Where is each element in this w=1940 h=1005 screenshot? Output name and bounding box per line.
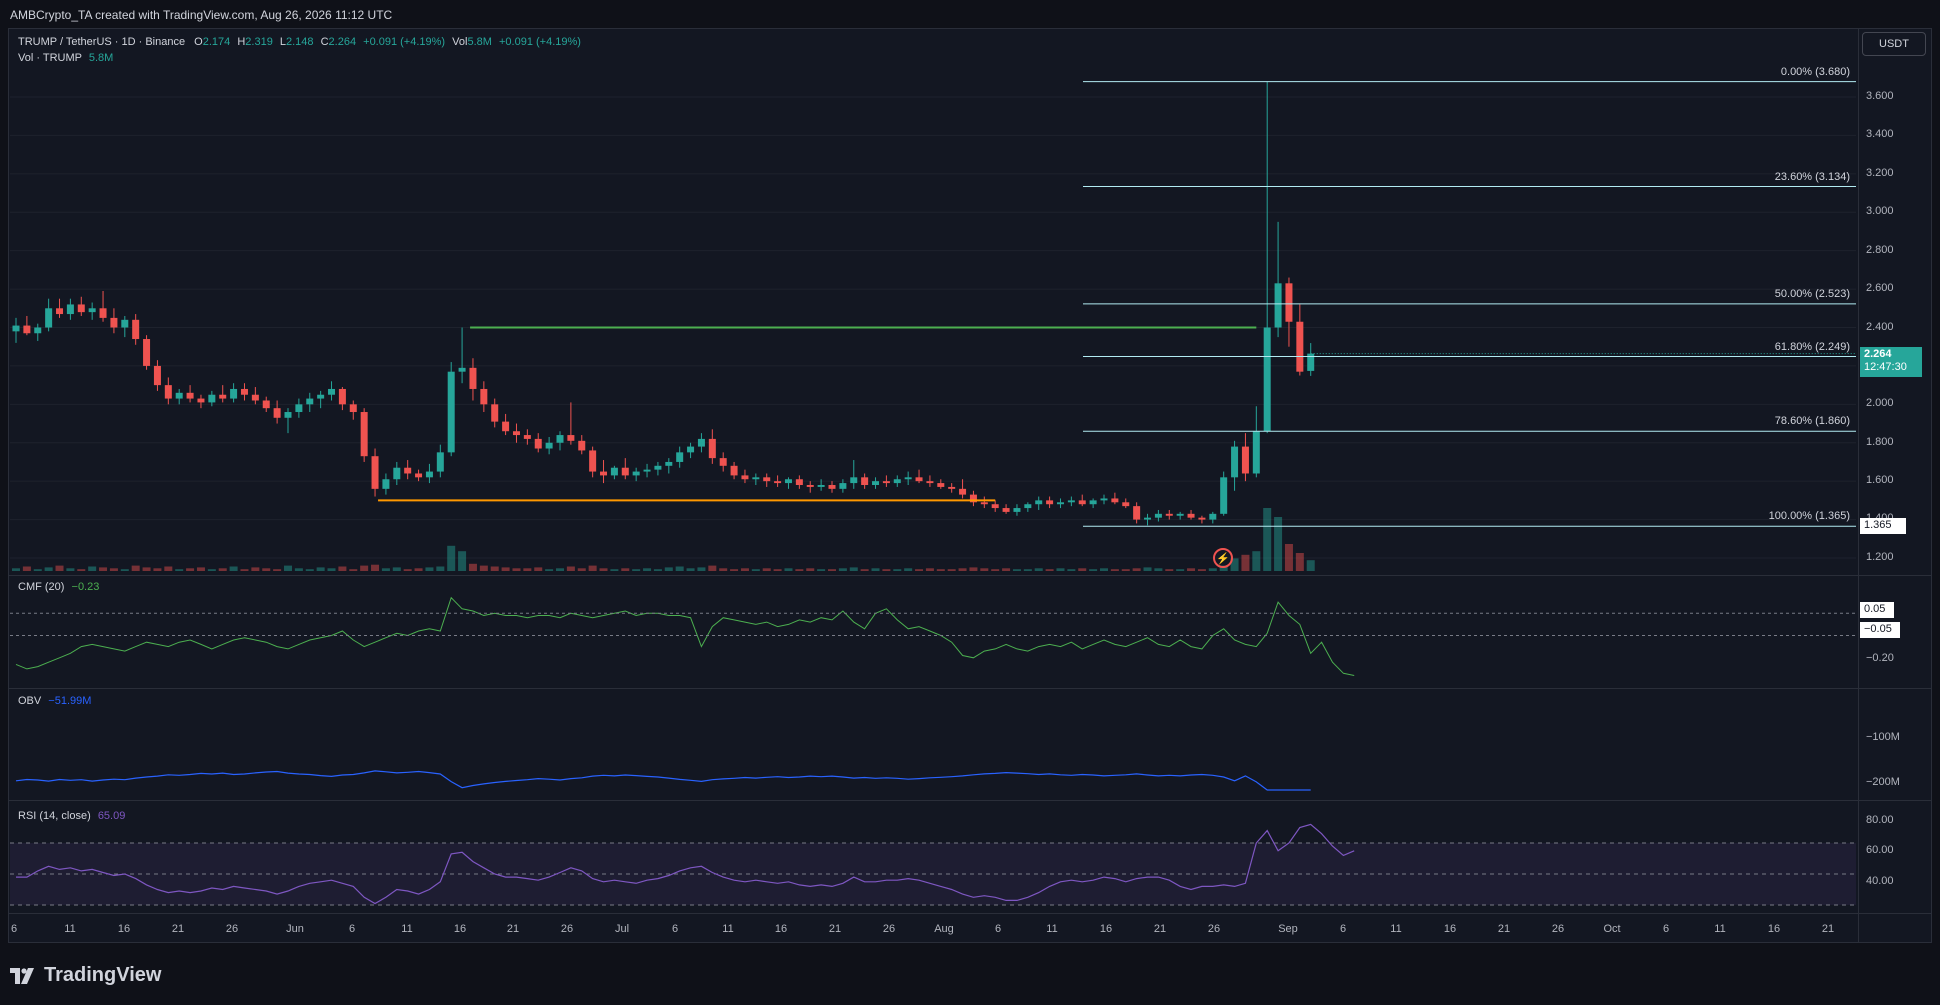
fib-label-786: 78.60% (1.860) [1774,415,1850,428]
price-tick: 2.800 [1866,243,1894,256]
attribution-text: AMBCrypto_TA created with TradingView.co… [10,8,393,22]
pane-divider-rsi [8,913,1932,914]
price-tick: 3.200 [1866,166,1894,179]
cmf-legend[interactable]: CMF (20) −0.23 [18,581,99,593]
time-axis-label: 26 [1207,923,1221,935]
rsi-legend[interactable]: RSI (14, close) 65.09 [18,810,125,822]
time-axis-label: 21 [1821,923,1835,935]
volume-series-label: Vol · TRUMP [18,52,82,64]
countdown-timer: 12:47:30 [1864,361,1907,373]
time-axis-label: 26 [1551,923,1565,935]
time-axis-label: 21 [828,923,842,935]
vol-label: Vol [452,36,468,48]
rsi-axis-tick: 40.00 [1866,875,1894,887]
fib-label-100: 100.00% (1.365) [1768,510,1850,523]
fib-label-618: 61.80% (2.249) [1774,340,1850,353]
fib-label-500: 50.00% (2.523) [1774,287,1850,300]
fib-labels: 0.00% (3.680) 23.60% (3.134) 50.00% (2.5… [1600,0,1850,600]
time-axis-label: 16 [117,923,131,935]
price-tick: 2.000 [1866,397,1894,410]
tradingview-logo-text: TradingView [44,964,162,986]
rsi-axis-tick: 60.00 [1866,844,1894,856]
time-axis-label: 16 [774,923,788,935]
pane-divider-cmf[interactable] [8,688,1932,689]
time-axis-label: 6 [671,923,679,935]
event-flash-icon[interactable]: ⚡ [1213,548,1233,568]
footer [0,944,1940,1005]
price-tick: 2.600 [1866,282,1894,295]
cmf-axis-badge-upper: 0.05 [1860,602,1894,618]
symbol-pair[interactable]: TRUMP / TetherUS · 1D · Binance [18,36,185,48]
cmf-value: −0.23 [71,581,100,593]
price-tick: 3.600 [1866,90,1894,102]
tradingview-logo[interactable]: TradingView [10,964,161,987]
close-value: 2.264 [328,36,357,48]
fib-label-236: 23.60% (3.134) [1774,170,1850,183]
currency-button[interactable]: USDT [1862,32,1926,56]
time-axis-label: Jun [286,923,304,935]
time-axis-label: 21 [1497,923,1511,935]
price-tick: 1.200 [1866,551,1894,563]
time-axis-label: Oct [1603,923,1621,935]
time-axis-label: Sep [1278,923,1298,935]
change-value: +0.091 (+4.19%) [363,36,446,48]
current-price-badge: 2.264 12:47:30 [1860,347,1922,377]
price-tick: 3.400 [1866,128,1894,141]
obv-axis-tick: −100M [1866,731,1900,743]
obv-value: −51.99M [48,695,92,707]
price-tick: 2.400 [1866,320,1894,333]
time-axis-label: Jul [614,923,630,935]
level-price-badge: 1.365 [1860,518,1906,534]
time-axis-label: 16 [1443,923,1457,935]
time-axis-label: 11 [722,923,734,935]
pane-divider-obv[interactable] [8,800,1932,801]
cmf-label: CMF (20) [18,581,65,593]
time-axis-label: 11 [1046,923,1058,935]
cmf-axis-tick: −0.20 [1866,652,1894,664]
cmf-axis-badge-lower: −0.05 [1860,622,1900,638]
time-axis-label: 6 [348,923,356,935]
close-label: C [320,36,329,48]
time-axis-label: 26 [560,923,574,935]
time-axis-label: 6 [1339,923,1347,935]
time-axis-label: Aug [934,923,954,935]
obv-axis-tick: −200M [1866,776,1900,788]
low-value: 2.148 [286,36,314,48]
time-axis-label: 11 [1714,923,1726,935]
open-label: O [194,36,203,48]
obv-label: OBV [18,695,42,707]
open-value: 2.174 [202,36,231,48]
current-price-value: 2.264 [1864,348,1892,360]
vol-value: 5.8M [467,36,492,48]
rsi-label: RSI (14, close) [18,810,91,822]
time-axis-label: 6 [10,923,18,935]
rsi-axis-tick: 80.00 [1866,814,1894,826]
time-axis-label: 11 [1390,923,1402,935]
symbol-legend[interactable]: TRUMP / TetherUS · 1D · Binance O2.174 H… [18,36,581,48]
obv-legend[interactable]: OBV −51.99M [18,695,91,707]
time-axis-label: 11 [401,923,413,935]
time-axis-label: 6 [1662,923,1670,935]
price-tick: 3.000 [1866,205,1894,218]
time-axis-label: 6 [994,923,1002,935]
time-axis-label: 21 [506,923,520,935]
tradingview-logo-icon [10,967,34,984]
price-tick: 1.800 [1866,435,1894,448]
volume-legend[interactable]: Vol · TRUMP 5.8M [18,52,113,64]
time-axis-label: 16 [1099,923,1113,935]
time-axis-label: 26 [882,923,896,935]
time-axis-label: 16 [453,923,467,935]
time-axis-label: 21 [1153,923,1167,935]
high-value: 2.319 [245,36,273,48]
price-axis-separator [1858,28,1859,943]
time-axis-label: 11 [64,923,76,935]
time-axis-label: 21 [171,923,185,935]
time-axis-label: 26 [225,923,239,935]
volume-series-value: 5.8M [88,52,114,64]
price-tick: 1.600 [1866,474,1894,487]
vol-change-value: +0.091 (+4.19%) [498,36,581,48]
fib-label-0: 0.00% (3.680) [1780,65,1850,78]
time-axis-label: 16 [1767,923,1781,935]
rsi-value: 65.09 [97,810,126,822]
